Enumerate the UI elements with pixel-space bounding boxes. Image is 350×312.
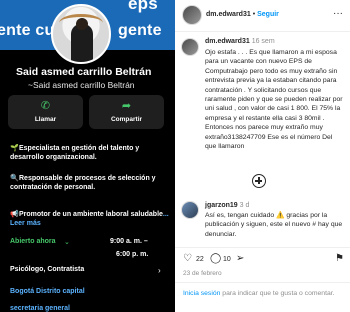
job-title: Psicólogo, Contratista (10, 266, 85, 273)
comment-icon[interactable]: ◯ (210, 253, 221, 264)
comment-time: 3 d (239, 202, 250, 209)
more-options-icon[interactable]: ··· (333, 8, 343, 19)
city-link: Bogotá Distrito capital (10, 288, 85, 295)
hours-line: 9:00 a. m. – (110, 238, 148, 245)
heart-icon[interactable]: ♡ (183, 253, 192, 264)
avatar[interactable] (181, 201, 199, 219)
bio-text: Responsable de procesos de selección y c… (10, 175, 156, 191)
avatar[interactable] (181, 38, 199, 56)
bio-line: 🌱Especialista en gestión del talento y d… (10, 144, 170, 162)
login-prompt-text: para indicar que te gusta o comentar. (220, 290, 335, 297)
bookmark-icon[interactable]: ⚑ (335, 253, 344, 264)
post-actions: ♡ 22 ◯ 10 ➢ ⚑ (175, 247, 350, 267)
call-button: ✆ Llamar (8, 95, 83, 129)
profile-avatar (51, 4, 111, 64)
banner-text-left: ente cu (0, 22, 55, 39)
share-arrow-icon: ➦ (121, 100, 132, 112)
post-panel: dm.edward31 • Seguir ··· dm.edward31 16 … (175, 0, 350, 312)
chevron-down-icon: ⌄ (64, 239, 70, 246)
chevron-right-icon: › (158, 266, 161, 275)
comment-username[interactable]: dm.edward31 (205, 38, 250, 45)
share-button: ➦ Compartir (89, 95, 164, 129)
comment-text: Ojo estafa . . . Es que llamaron a mi es… (205, 49, 343, 151)
banner-text-right: gente (118, 22, 162, 39)
phone-icon: ✆ (40, 100, 51, 112)
post-date: 23 de febrero (183, 270, 222, 277)
comment-text: Así es, tengan cuidado ⚠️ gracias por la… (205, 212, 343, 238)
comment-header: dm.edward31 16 sem (205, 38, 275, 45)
sprout-icon: 🌱 (10, 145, 19, 152)
hours-line: 6:00 p. m. (116, 251, 149, 258)
header-username[interactable]: dm.edward31 (206, 11, 251, 18)
bio-line: 🔍Responsable de procesos de selección y … (10, 174, 170, 192)
header-user: dm.edward31 • Seguir (206, 11, 279, 18)
comment-count: 10 (223, 256, 231, 263)
comment-header: jgarzon19 3 d (205, 202, 249, 209)
separator-dot: • (252, 11, 256, 18)
bio-text: Promotor de un ambiente laboral saludabl… (19, 211, 163, 218)
load-more-comments-icon[interactable] (252, 174, 266, 188)
login-prompt: Inicia sesión para indicar que te gusta … (175, 282, 350, 312)
magnifier-icon: 🔍 (10, 175, 19, 182)
cut-off-text: secretaria general (10, 305, 70, 312)
bio-text: Especialista en gestión del talento y de… (10, 145, 140, 161)
profile-screenshot: ente cu gente eps Said asmed carrillo Be… (0, 0, 175, 312)
open-status: Abierto ahora (10, 238, 56, 245)
comment-username[interactable]: jgarzon19 (205, 202, 238, 209)
login-link[interactable]: Inicia sesión (183, 290, 220, 297)
banner-text-top: eps (128, 0, 158, 13)
bio-line: 📢Promotor de un ambiente laboral saludab… (10, 210, 170, 228)
call-label: Llamar (34, 116, 57, 123)
share-label: Compartir (110, 116, 143, 123)
like-count: 22 (196, 256, 204, 263)
profile-subname: ~Said asmed carrillo Beltrán (28, 80, 135, 90)
follow-button[interactable]: Seguir (257, 11, 279, 18)
send-icon[interactable]: ➢ (236, 253, 244, 264)
avatar[interactable] (182, 5, 202, 25)
comment-time: 16 sem (251, 38, 275, 45)
profile-name: Said asmed carrillo Beltrán (16, 66, 152, 78)
megaphone-icon: 📢 (10, 211, 19, 218)
post-header: dm.edward31 • Seguir ··· (175, 0, 350, 32)
